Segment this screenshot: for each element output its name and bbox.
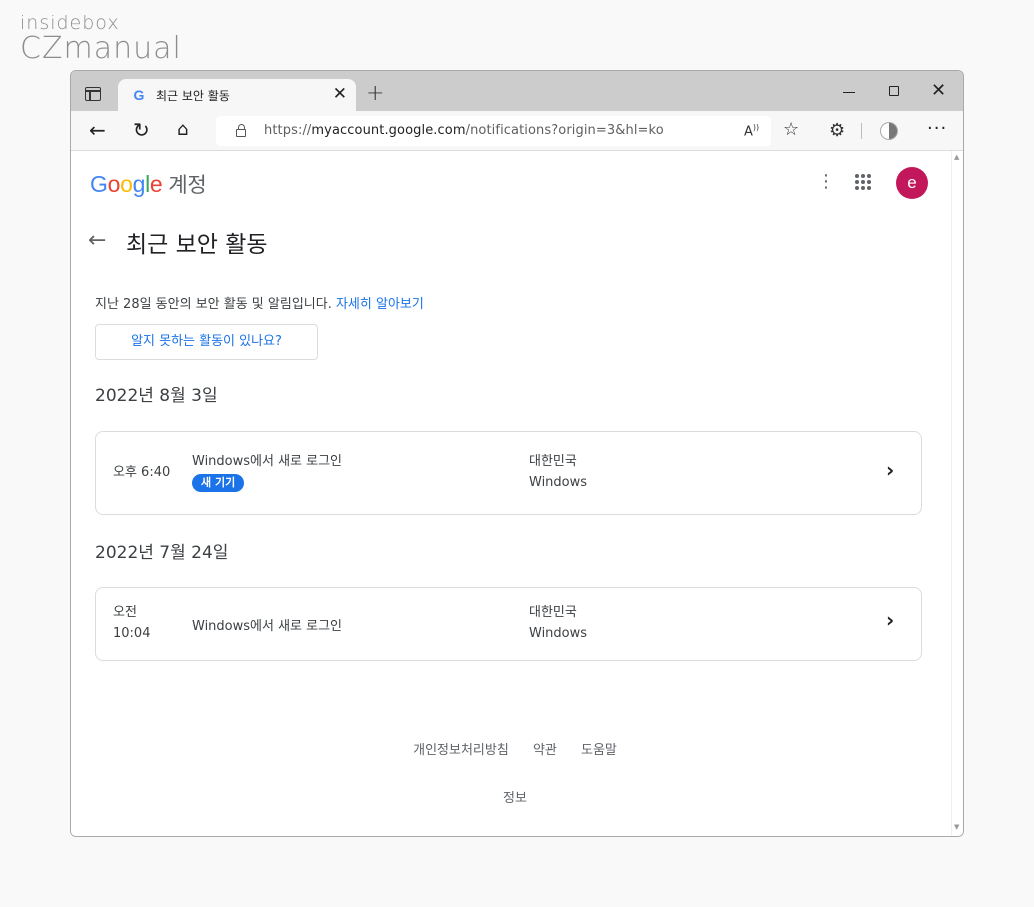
footer-links: 개인정보처리방침 약관 도움말	[71, 739, 951, 758]
chevron-right-icon[interactable]: ›	[886, 458, 894, 482]
intro-text: 지난 28일 동안의 보안 활동 및 알림입니다. 자세히 알아보기	[95, 293, 424, 312]
terms-link[interactable]: 약관	[533, 743, 557, 758]
help-link[interactable]: 도움말	[581, 743, 617, 758]
refresh-icon[interactable]: ↻	[133, 119, 150, 141]
scrollbar[interactable]: ▲ ▼	[951, 151, 963, 836]
event-country: 대한민국	[529, 454, 577, 469]
event-title: Windows에서 새로 로그인	[192, 454, 343, 469]
lock-icon[interactable]	[236, 124, 246, 137]
address-bar[interactable]: https://myaccount.google.com/notificatio…	[216, 116, 771, 146]
logo-letter: o	[120, 171, 133, 197]
activity-card[interactable]: 오전 10:04 Windows에서 새로 로그인 대한민국 Windows ›	[95, 587, 922, 661]
date-heading: 2022년 7월 24일	[95, 543, 229, 563]
browser-window: G 최근 보안 활동 ✕ + ✕ ← ↻ ⌂ https://myaccount…	[70, 70, 964, 837]
google-account-logo[interactable]: Google 계정	[90, 169, 207, 199]
event-title: Windows에서 새로 로그인	[192, 619, 343, 634]
minimize-icon[interactable]	[843, 92, 855, 93]
avatar[interactable]: e	[896, 167, 928, 199]
url-prefix: https://	[264, 123, 312, 138]
unknown-activity-button[interactable]: 알지 못하는 활동이 있나요?	[95, 324, 318, 360]
add-favorite-icon[interactable]: ☆	[783, 119, 799, 140]
more-options-icon[interactable]: ⋮	[817, 173, 835, 191]
back-arrow-icon[interactable]: ←	[88, 228, 106, 253]
new-device-badge: 새 기기	[192, 474, 245, 492]
event-os: Windows	[529, 626, 588, 641]
tab-title: 최근 보안 활동	[156, 89, 230, 103]
new-tab-icon[interactable]: +	[366, 81, 384, 106]
date-heading: 2022년 8월 3일	[95, 386, 218, 406]
browser-toolbar: ← ↻ ⌂ https://myaccount.google.com/notif…	[71, 111, 963, 151]
url-text[interactable]: https://myaccount.google.com/notificatio…	[264, 123, 664, 138]
google-favicon-icon: G	[133, 87, 145, 103]
tab-actions-icon[interactable]	[85, 87, 101, 101]
event-country: 대한민국	[529, 605, 577, 620]
event-time: 10:04	[113, 626, 151, 641]
logo-letter: G	[90, 171, 108, 197]
page-title: 최근 보안 활동	[126, 232, 268, 258]
maximize-icon[interactable]	[889, 86, 899, 96]
event-os: Windows	[529, 475, 588, 490]
tab-bar: G 최근 보안 활동 ✕ + ✕	[71, 71, 963, 111]
event-time: 오후 6:40	[113, 465, 171, 480]
tab-active[interactable]: G 최근 보안 활동 ✕	[118, 79, 356, 111]
learn-more-link[interactable]: 자세히 알아보기	[336, 297, 424, 312]
window-close-icon[interactable]: ✕	[931, 80, 946, 101]
watermark-line2: CZmanual	[20, 31, 182, 66]
google-apps-icon[interactable]	[855, 174, 871, 190]
read-aloud-icon[interactable]: A))	[744, 123, 759, 139]
extensions-icon[interactable]: ⚙	[829, 120, 845, 141]
logo-letter: o	[107, 171, 121, 197]
browser-profile-icon[interactable]	[880, 122, 898, 140]
chevron-right-icon[interactable]: ›	[886, 608, 894, 632]
page-content: Google 계정 ⋮ e ← 최근 보안 활동 지난 28일 동안의 보안 활동…	[71, 151, 951, 836]
scroll-up-icon[interactable]: ▲	[954, 153, 959, 161]
intro-description: 지난 28일 동안의 보안 활동 및 알림입니다.	[95, 297, 336, 312]
logo-letter: g	[132, 171, 146, 197]
url-path: /notifications?origin=3&hl=ko	[465, 123, 664, 138]
home-icon[interactable]: ⌂	[177, 119, 188, 141]
about-link[interactable]: 정보	[71, 787, 951, 806]
browser-menu-icon[interactable]: ···	[927, 118, 947, 139]
url-host: myaccount.google.com	[311, 123, 466, 138]
logo-letter: e	[149, 171, 163, 197]
privacy-policy-link[interactable]: 개인정보처리방침	[413, 743, 509, 758]
scroll-down-icon[interactable]: ▼	[954, 823, 959, 831]
tab-close-icon[interactable]: ✕	[333, 85, 347, 103]
toolbar-divider	[861, 123, 862, 139]
event-time: 오전	[113, 605, 137, 620]
back-icon[interactable]: ←	[89, 119, 106, 141]
activity-card[interactable]: 오후 6:40 Windows에서 새로 로그인 새 기기 대한민국 Windo…	[95, 431, 922, 515]
account-label: 계정	[168, 173, 207, 197]
watermark-logo: insidebox CZmanual	[20, 12, 182, 64]
